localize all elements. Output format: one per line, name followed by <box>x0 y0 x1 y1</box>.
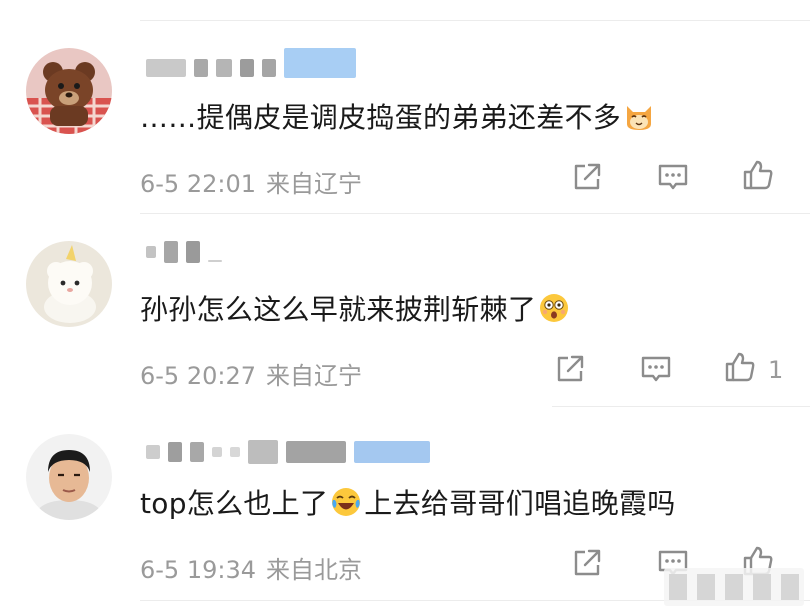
share-icon <box>574 163 601 190</box>
like-count: 1 <box>768 356 784 384</box>
like-button[interactable] <box>720 347 760 387</box>
comment-divider <box>552 406 810 407</box>
reply-button[interactable] <box>653 157 693 197</box>
like-button[interactable] <box>738 155 778 195</box>
username-blurred[interactable] <box>146 241 230 263</box>
comment-meta: 6-5 19:34 来自北京 <box>140 550 362 585</box>
comment-time: 6-5 19:34 <box>140 556 256 584</box>
avatar[interactable] <box>26 48 112 134</box>
username-blurred[interactable] <box>146 48 364 79</box>
share-button[interactable] <box>567 543 607 583</box>
astonished-face-emoji-icon <box>538 292 570 324</box>
comment-text: 孙孙怎么这么早就来披荆斩棘了 <box>140 288 570 328</box>
comment-location: 来自辽宁 <box>266 170 362 198</box>
comment-icon <box>658 164 688 190</box>
comment-divider <box>140 213 810 214</box>
share-button[interactable] <box>550 349 590 389</box>
top-divider <box>140 20 810 21</box>
thumbs-up-icon <box>743 160 773 190</box>
thumbs-up-icon <box>725 352 755 382</box>
comment-time: 6-5 22:01 <box>140 170 256 198</box>
avatar[interactable] <box>26 241 112 327</box>
crying-laughing-emoji-icon <box>330 486 362 518</box>
comment-text: ……提偶皮是调皮捣蛋的弟弟还差不多 <box>140 96 655 136</box>
share-button[interactable] <box>567 157 607 197</box>
share-icon <box>557 355 584 382</box>
username-blurred[interactable] <box>146 440 438 464</box>
comment-meta: 6-5 20:27 来自辽宁 <box>140 356 362 391</box>
share-icon <box>574 549 601 576</box>
comment-time: 6-5 20:27 <box>140 362 256 390</box>
comment-meta: 6-5 22:01 来自辽宁 <box>140 164 362 199</box>
watermark-blurred <box>664 568 804 606</box>
comment-location: 来自北京 <box>266 556 362 584</box>
comment-location: 来自辽宁 <box>266 362 362 390</box>
reply-button[interactable] <box>636 349 676 389</box>
comment-icon <box>641 356 671 382</box>
avatar[interactable] <box>26 434 112 520</box>
comment-text: top怎么也上了 上去给哥哥们唱追晚霞吗 <box>140 486 676 520</box>
cat-face-emoji-icon <box>623 100 655 132</box>
